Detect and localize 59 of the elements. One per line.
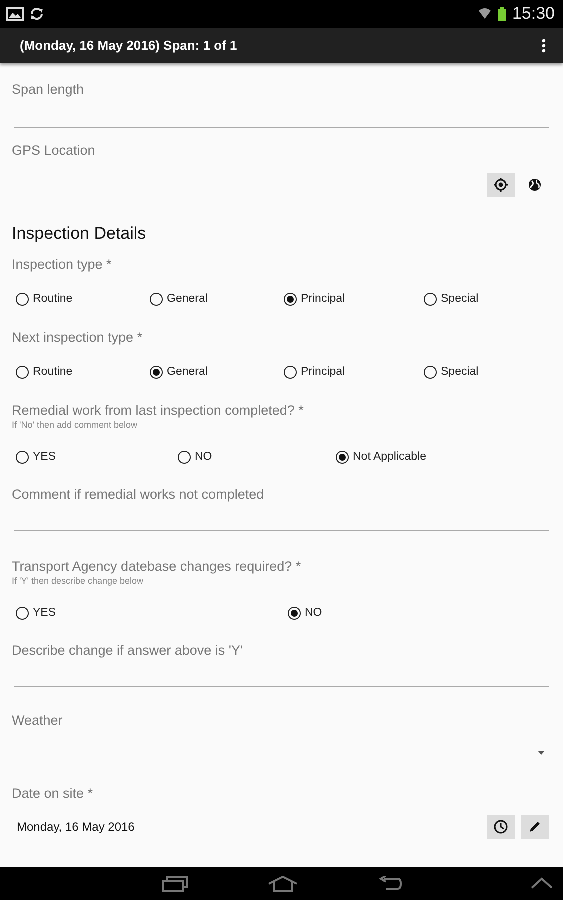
sync-icon [30, 7, 44, 21]
radio-label[interactable]: General [167, 293, 208, 305]
section-heading: Inspection Details [12, 224, 148, 244]
radio-button[interactable] [150, 366, 163, 378]
globe-icon [528, 178, 542, 192]
home-icon[interactable] [268, 876, 298, 892]
field-label: Next inspection type * [12, 330, 144, 345]
radio-button[interactable] [284, 366, 297, 378]
radio-button[interactable] [16, 292, 29, 306]
radio-label[interactable]: YES [33, 607, 56, 619]
radio-label[interactable]: YES [33, 451, 56, 463]
overflow-menu-icon[interactable] [542, 38, 546, 52]
wifi-icon [478, 7, 492, 21]
field-hint: If 'No' then add comment below [12, 420, 139, 430]
crosshair-icon [494, 178, 508, 192]
field-label: Weather [12, 713, 64, 728]
back-icon[interactable] [378, 876, 402, 892]
radio-button[interactable] [288, 606, 301, 620]
field-label: Describe change if answer above is 'Y' [12, 643, 244, 658]
field-label: Transport Agency datebase changes required? * [12, 559, 302, 574]
field-hint: If 'Y' then describe change below [12, 576, 145, 586]
field-label: Comment if remedial works not completed [12, 487, 266, 502]
clock-time: 15:30 [512, 4, 555, 24]
battery-icon [498, 7, 506, 21]
radio-button[interactable] [336, 450, 349, 464]
field-label: GPS Location [12, 143, 96, 158]
radio-label[interactable]: Special [441, 293, 479, 305]
chevron-up-icon[interactable] [531, 877, 553, 889]
screen-title: (Monday, 16 May 2016) Span: 1 of 1 [20, 38, 238, 53]
clock-button[interactable] [487, 815, 515, 839]
radio-button[interactable] [16, 450, 29, 464]
field-label: Inspection type * [12, 257, 113, 272]
radio-label[interactable]: Routine [33, 366, 73, 378]
radio-label[interactable]: Routine [33, 293, 73, 305]
radio-button[interactable] [424, 292, 437, 306]
field-label: Span length [12, 82, 86, 97]
radio-label[interactable]: NO [195, 451, 212, 463]
field-label: Date on site * [12, 786, 94, 801]
radio-label[interactable]: Principal [301, 366, 346, 378]
field-label: Remedial work from last inspection completed? * [12, 403, 305, 418]
radio-button[interactable] [178, 450, 191, 464]
radio-label[interactable]: Special [441, 366, 479, 378]
edit-button[interactable] [521, 815, 549, 839]
radio-button[interactable] [284, 292, 297, 306]
radio-label[interactable]: Principal [301, 293, 346, 305]
radio-button[interactable] [16, 366, 29, 378]
pencil-icon [528, 820, 542, 834]
radio-button[interactable] [150, 292, 163, 306]
radio-button[interactable] [16, 606, 29, 620]
picture-icon [6, 7, 24, 21]
radio-label[interactable]: Not Applicable [353, 451, 427, 463]
dropdown-arrow-icon [538, 751, 545, 755]
radio-label[interactable]: General [167, 366, 208, 378]
clock-icon [494, 820, 508, 834]
radio-label[interactable]: NO [305, 607, 322, 619]
recent-apps-icon[interactable] [162, 876, 188, 892]
date-value: Monday, 16 May 2016 [17, 820, 136, 834]
radio-button[interactable] [424, 366, 437, 378]
locate-button[interactable] [487, 173, 515, 197]
